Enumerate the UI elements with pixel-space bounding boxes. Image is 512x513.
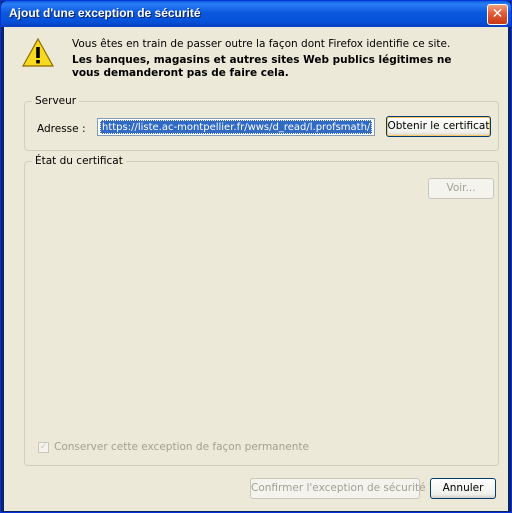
get-certificate-button[interactable]: Obtenir le certificat [386, 116, 491, 137]
view-certificate-button[interactable]: Voir... [428, 178, 494, 199]
dialog-window: Ajout d'une exception de sécurité ✕ Vous… [0, 0, 512, 513]
address-field-value: https://liste.ac-montpellier.fr/wws/d_re… [100, 120, 373, 134]
dialog-body: Vous êtes en train de passer outre la fa… [4, 27, 508, 511]
server-group: Serveur Adresse : https://liste.ac-montp… [24, 95, 499, 151]
window-title: Ajout d'une exception de sécurité [9, 6, 201, 20]
certificate-status-group: État du certificat Voir... [24, 155, 499, 466]
cancel-button[interactable]: Annuler [430, 478, 496, 499]
certificate-status-label: État du certificat [32, 155, 126, 167]
close-button[interactable]: ✕ [487, 4, 508, 25]
title-bar[interactable]: Ajout d'une exception de sécurité ✕ [1, 1, 511, 27]
address-label: Adresse : [37, 123, 86, 135]
permanent-exception-label: Conserver cette exception de façon perma… [54, 441, 309, 453]
server-group-label: Serveur [32, 95, 80, 107]
permanent-exception-checkbox[interactable]: ✓ [38, 442, 49, 453]
warning-message-bold: Les banques, magasins et autres sites We… [72, 54, 452, 79]
confirm-exception-button[interactable]: Confirmer l'exception de sécurité [250, 478, 426, 499]
close-icon: ✕ [491, 6, 504, 22]
address-field[interactable]: https://liste.ac-montpellier.fr/wws/d_re… [97, 118, 375, 136]
warning-message: Vous êtes en train de passer outre la fa… [72, 38, 451, 50]
warning-triangle-icon [22, 37, 54, 67]
